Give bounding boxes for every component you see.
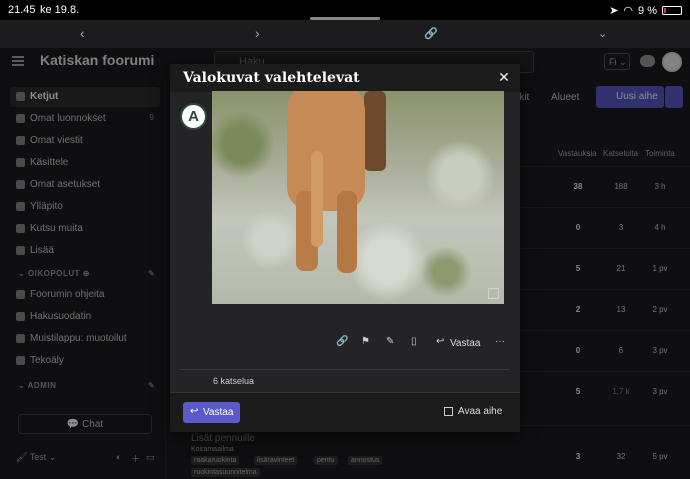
forward-icon[interactable]: ›	[255, 25, 260, 41]
status-icons: ➤ ◠ 9 %	[609, 4, 682, 17]
modal-title: Valokuvat valehtelevat	[183, 70, 360, 86]
reply-button[interactable]: ↩ Vastaa	[183, 402, 240, 423]
date: ke 19.8.	[40, 4, 80, 16]
reply-action-label[interactable]: Vastaa	[450, 338, 480, 349]
location-icon: ➤	[609, 5, 619, 17]
modal-header: Valokuvat valehtelevat ✕	[170, 64, 520, 92]
reply-button-label: Vastaa	[203, 407, 234, 418]
photo-dog-tail	[311, 151, 323, 247]
post-actions: 🔗 ⚑ ✎ ▯ ↩ Vastaa ···	[330, 336, 510, 354]
back-icon[interactable]: ‹	[80, 25, 85, 41]
pencil-icon[interactable]: ✎	[386, 336, 394, 354]
link-icon[interactable]: 🔗	[336, 336, 348, 354]
external-link-icon	[444, 407, 453, 416]
divider	[180, 369, 510, 370]
open-topic-link[interactable]: Avaa aihe	[444, 406, 502, 417]
reply-icon: ↩	[190, 406, 199, 417]
link-icon[interactable]: 🔗	[424, 27, 438, 40]
battery-percent: 9 %	[638, 4, 657, 17]
chevron-down-icon[interactable]: ⌄	[598, 27, 607, 40]
expand-icon[interactable]	[488, 288, 499, 299]
close-icon[interactable]: ✕	[496, 69, 512, 87]
battery-icon	[662, 6, 682, 15]
photo-dog-front-leg	[364, 91, 386, 171]
author-avatar[interactable]	[180, 103, 207, 130]
open-topic-label: Avaa aihe	[458, 406, 503, 417]
post-preview-modal: Valokuvat valehtelevat ✕ 🔗 ⚑ ✎ ▯ ↩ Vasta…	[170, 64, 520, 432]
ios-status-bar: 21.45 ke 19.8. ➤ ◠ 9 %	[0, 0, 690, 20]
modal-footer: ↩ Vastaa Avaa aihe	[170, 392, 520, 432]
reply-icon[interactable]: ↩	[436, 336, 444, 354]
clock: 21.45	[8, 4, 36, 16]
more-icon[interactable]: ···	[495, 336, 505, 354]
wifi-icon: ◠	[623, 5, 634, 17]
bookmark-icon[interactable]: ▯	[411, 336, 417, 354]
photo-dog-leg	[337, 191, 357, 273]
browser-toolbar: ‹ › 🔗 ⌄	[0, 20, 690, 48]
view-count: 6 katselua	[213, 376, 255, 386]
flag-icon[interactable]: ⚑	[361, 336, 370, 354]
post-image[interactable]	[212, 91, 504, 304]
